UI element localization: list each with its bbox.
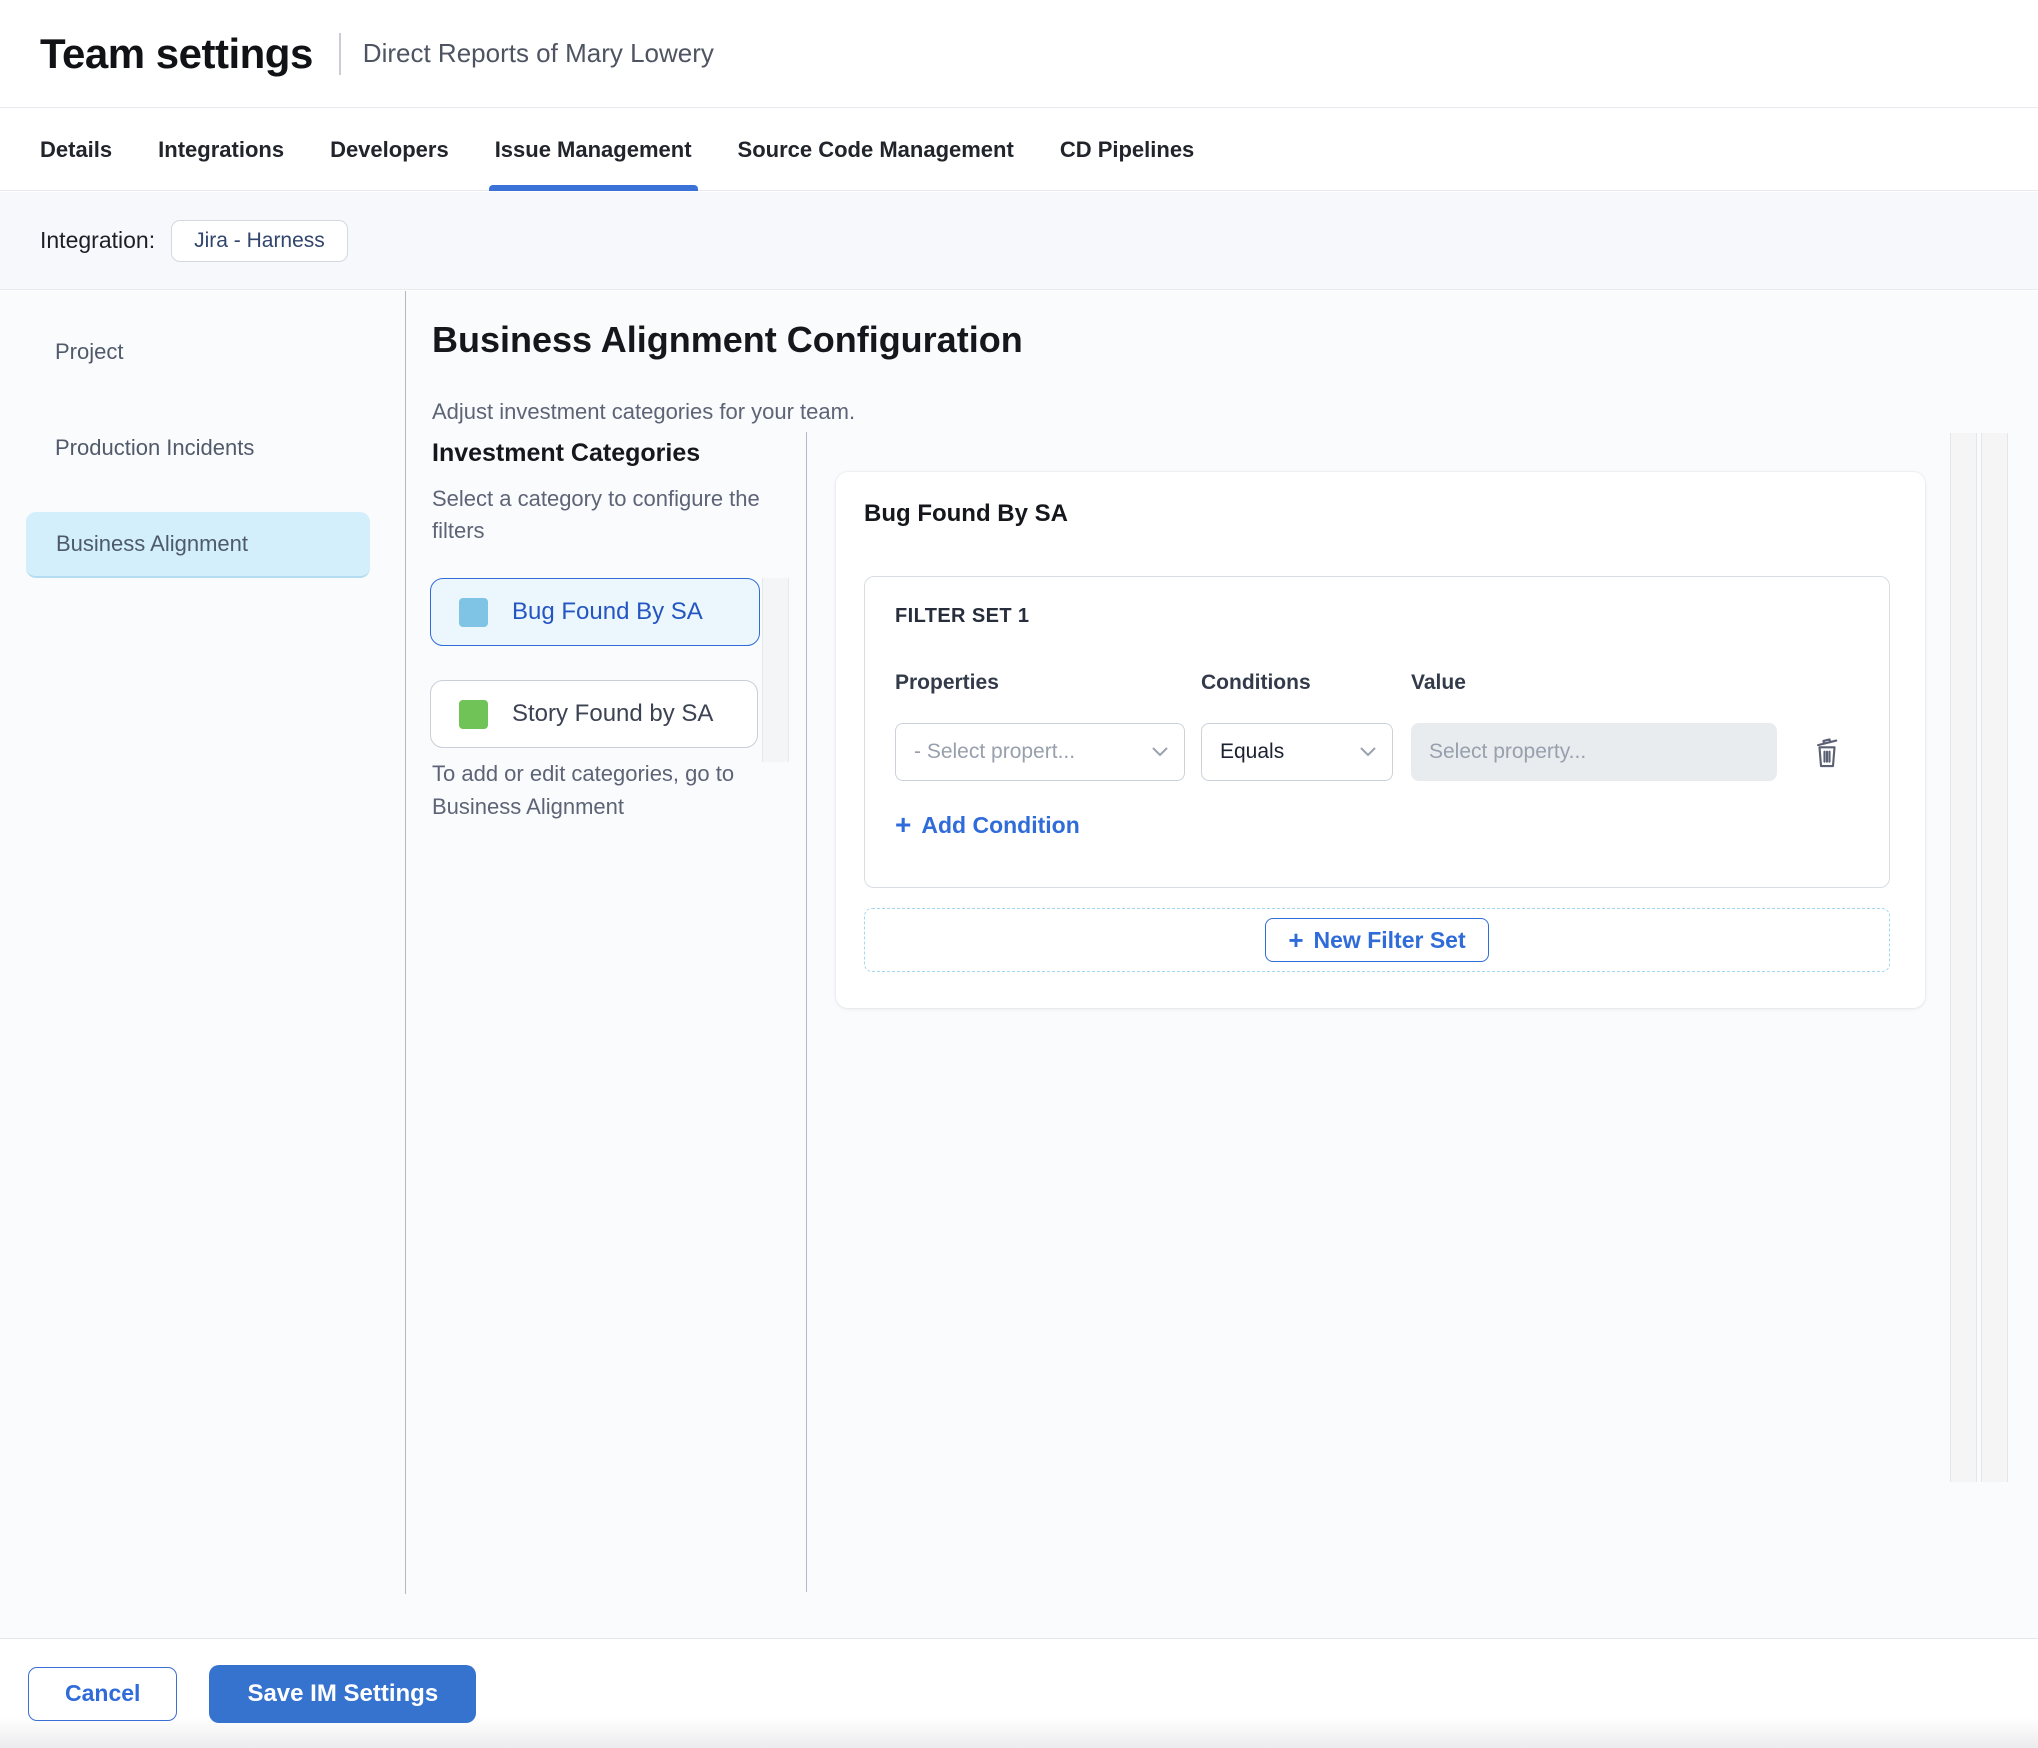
new-filter-set-button[interactable]: + New Filter Set: [1265, 918, 1489, 962]
section-title: Business Alignment Configuration: [432, 319, 1023, 360]
tab-integrations[interactable]: Integrations: [158, 109, 284, 190]
property-select-value: - Select propert...: [914, 740, 1076, 763]
condition-select-value: Equals: [1220, 740, 1285, 763]
tab-source-code-management-label: Source Code Management: [737, 136, 1014, 162]
category-label: Story Found by SA: [512, 700, 714, 727]
chevron-down-icon: [1360, 747, 1376, 757]
footer-bar: Cancel Save IM Settings: [0, 1638, 2038, 1748]
integration-bar: Integration: Jira - Harness: [0, 192, 2038, 290]
title-separator: [338, 32, 341, 75]
add-condition-label: Add Condition: [921, 811, 1080, 838]
sidebar-item-business-alignment-label: Business Alignment: [56, 531, 248, 556]
tab-developers-label: Developers: [330, 136, 449, 162]
delete-condition-button[interactable]: [1809, 729, 1845, 773]
new-filter-set-label: New Filter Set: [1313, 926, 1466, 953]
plus-icon: +: [895, 809, 912, 840]
plus-icon: +: [1288, 925, 1304, 955]
tab-issue-management-label: Issue Management: [494, 136, 692, 162]
tab-cd-pipelines[interactable]: CD Pipelines: [1060, 109, 1194, 190]
add-condition-button[interactable]: + Add Condition: [895, 811, 1080, 839]
integration-chip[interactable]: Jira - Harness: [171, 219, 348, 262]
category-button-bug-found-by-sa[interactable]: Bug Found By SA: [430, 578, 760, 646]
section-subtitle: Adjust investment categories for your te…: [432, 399, 856, 424]
scrollbar-track-outer[interactable]: [1981, 433, 2008, 1482]
trash-icon: [1816, 738, 1838, 768]
column-header-properties: Properties: [895, 671, 999, 694]
category-config-card: Bug Found By SA FILTER SET 1 Properties …: [836, 472, 1925, 1008]
sidebar-item-project[interactable]: Project: [55, 339, 123, 365]
scrollbar-track-inner[interactable]: [1950, 433, 1977, 1482]
config-card-title: Bug Found By SA: [864, 500, 1068, 527]
tab-developers[interactable]: Developers: [330, 109, 449, 190]
column-header-value: Value: [1411, 671, 1466, 694]
category-label: Bug Found By SA: [512, 598, 703, 625]
page-title: Team settings: [40, 29, 313, 77]
sidebar-divider: [405, 291, 406, 1594]
property-select[interactable]: - Select propert...: [895, 723, 1185, 781]
active-tab-underline: [488, 185, 698, 191]
team-settings-page: Team settings Direct Reports of Mary Low…: [0, 0, 2038, 1748]
chevron-down-icon: [1152, 747, 1168, 757]
value-input[interactable]: Select property...: [1411, 723, 1777, 781]
page-subtitle: Direct Reports of Mary Lowery: [362, 38, 714, 68]
tab-cd-pipelines-label: CD Pipelines: [1059, 136, 1195, 162]
investment-categories-hint: Select a category to configure the filte…: [432, 483, 762, 547]
new-filter-set-dropzone: + New Filter Set: [864, 908, 1890, 972]
filter-set-title: FILTER SET 1: [895, 605, 1030, 627]
category-panel-divider: [806, 432, 807, 1592]
column-header-conditions: Conditions: [1201, 671, 1311, 694]
integration-label: Integration:: [40, 227, 156, 253]
content-area: Project Production Incidents Business Al…: [0, 291, 2038, 1638]
investment-categories-title: Investment Categories: [432, 439, 701, 467]
condition-select[interactable]: Equals: [1201, 723, 1393, 781]
category-button-story-found-by-sa[interactable]: Story Found by SA: [430, 680, 758, 748]
categories-note: To add or edit categories, go to Busines…: [432, 757, 734, 823]
category-list-scrollbar[interactable]: [762, 578, 789, 762]
save-im-settings-button[interactable]: Save IM Settings: [209, 1664, 477, 1723]
category-color-swatch: [459, 597, 488, 627]
tab-source-code-management[interactable]: Source Code Management: [738, 109, 1014, 190]
tab-details-label: Details: [40, 136, 113, 162]
note-line-1: To add or edit categories, go to: [432, 761, 735, 786]
tab-issue-management[interactable]: Issue Management: [488, 109, 698, 191]
cancel-button[interactable]: Cancel: [28, 1666, 178, 1721]
tab-bar: Details Integrations Developers Issue Ma…: [0, 109, 2038, 191]
note-line-2: Business Alignment: [432, 794, 624, 819]
hint-line-2: filters: [432, 518, 485, 543]
tab-details[interactable]: Details: [40, 109, 112, 190]
sidebar-item-business-alignment[interactable]: Business Alignment: [26, 512, 370, 578]
hint-line-1: Select a category to configure the: [432, 486, 760, 511]
filter-set-box: FILTER SET 1 Properties Conditions Value…: [864, 576, 1890, 888]
page-header: Team settings Direct Reports of Mary Low…: [0, 0, 2038, 108]
category-color-swatch: [459, 699, 488, 729]
tab-integrations-label: Integrations: [158, 136, 285, 162]
sidebar-item-production-incidents[interactable]: Production Incidents: [55, 435, 254, 461]
